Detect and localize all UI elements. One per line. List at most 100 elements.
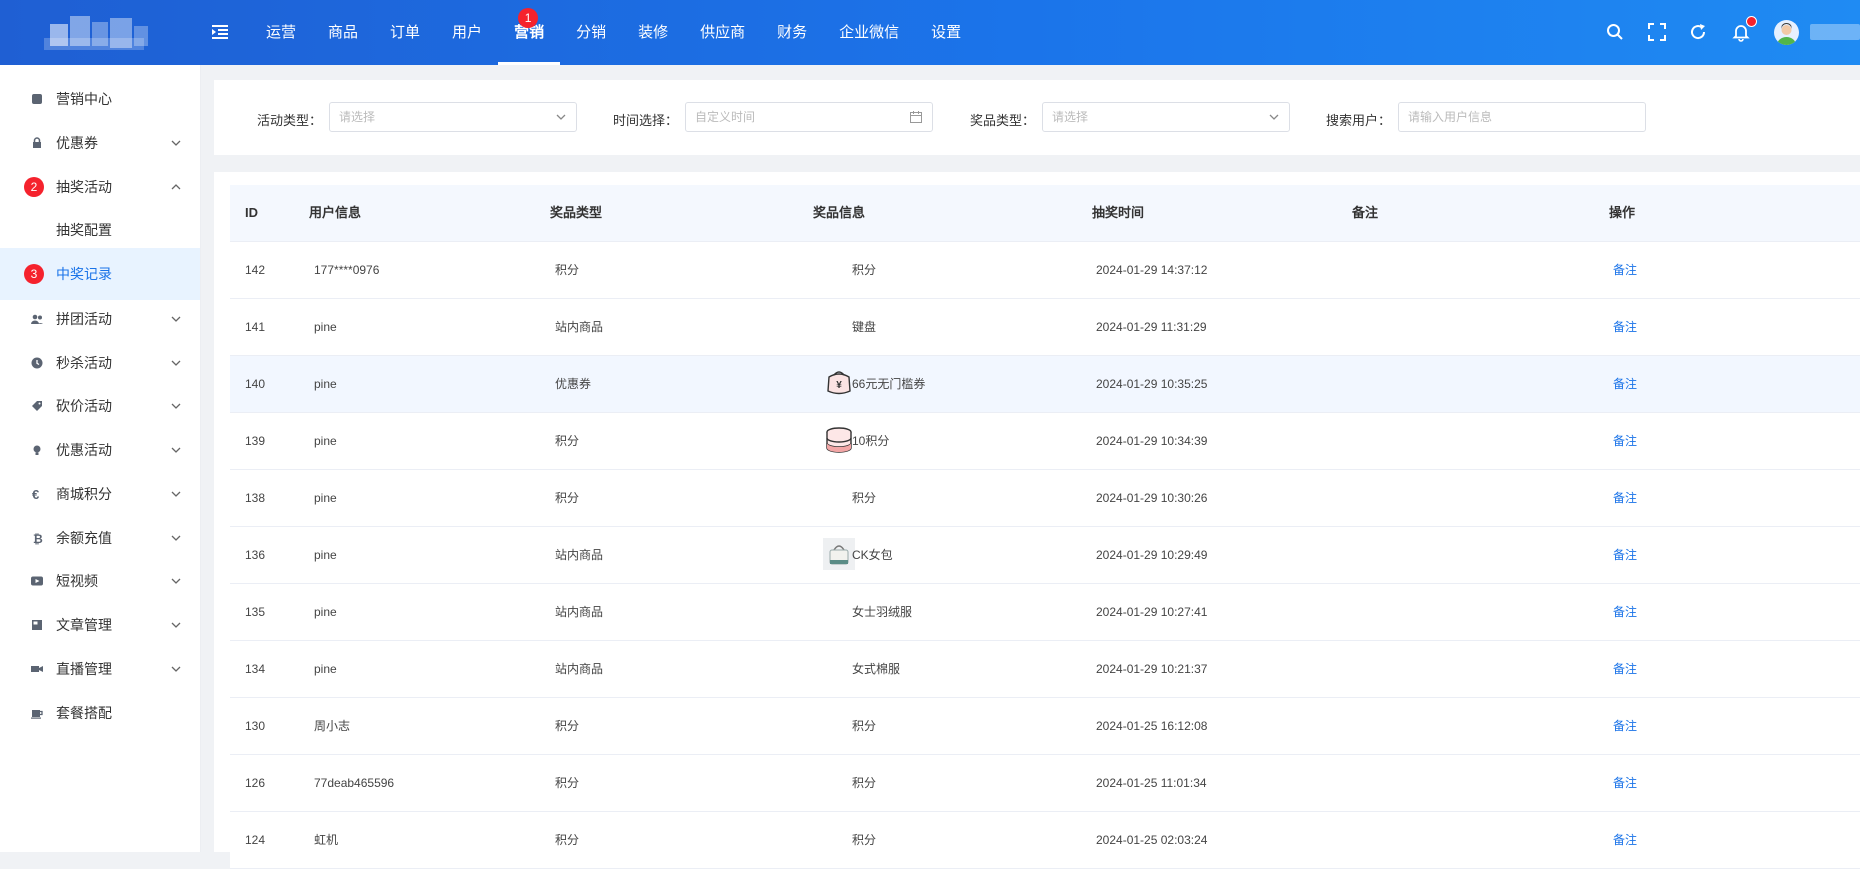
column-header-note: 备注 <box>1352 205 1379 220</box>
cell-draw-time: 2024-01-25 02:03:24 <box>1096 833 1208 847</box>
cell-user: 周小志 <box>314 719 351 733</box>
cell-id: 138 <box>245 491 266 505</box>
refresh-icon[interactable] <box>1688 22 1708 42</box>
nav-item-label: 商品 <box>328 24 359 41</box>
nav-item-1[interactable]: 商品 <box>312 0 374 65</box>
chevron-down-icon[interactable] <box>171 314 181 324</box>
cell-id: 139 <box>245 434 266 448</box>
note-action-link[interactable]: 备注 <box>1613 470 1637 526</box>
time-range-picker[interactable]: 自定义时间 <box>685 102 933 132</box>
note-action-link[interactable]: 备注 <box>1613 812 1637 868</box>
avatar[interactable] <box>1774 20 1799 45</box>
nav-item-10[interactable]: 设置 <box>915 0 977 65</box>
cell-prize-info: 积分 <box>852 776 877 790</box>
nav-item-5[interactable]: 分销 <box>560 0 622 65</box>
nav-badge: 1 <box>518 8 539 28</box>
menu-fold-icon[interactable] <box>212 24 229 40</box>
sidebar-item-label: 套餐搭配 <box>56 705 112 721</box>
chevron-down-icon[interactable] <box>171 138 181 148</box>
svg-text:₿: ₿ <box>33 532 43 545</box>
cell-prize-type: 站内商品 <box>555 548 604 562</box>
table-row[interactable]: 141 pine 站内商品 键盘 2024-01-29 11:31:29 备注 <box>230 299 1860 356</box>
table-row[interactable]: 136 pine 站内商品 CK女包 2024-01-29 10:29:49 备注 <box>230 527 1860 584</box>
prize-type-placeholder: 请选择 <box>1052 110 1089 124</box>
cell-prize-info: 积分 <box>852 719 877 733</box>
search-user-input[interactable]: 请输入用户信息 <box>1398 102 1646 132</box>
nav-item-0[interactable]: 运营 <box>250 0 312 65</box>
table-row[interactable]: 130 周小志 积分 积分 2024-01-25 16:12:08 备注 <box>230 698 1860 755</box>
article-icon <box>32 620 42 630</box>
time-placeholder: 自定义时间 <box>695 110 756 124</box>
cell-prize-type: 积分 <box>555 833 580 847</box>
table-row[interactable]: 139 pine 积分 10积分 2024-01-29 10:34:39 备注 <box>230 413 1860 470</box>
cell-prize-type: 积分 <box>555 776 580 790</box>
note-action-link[interactable]: 备注 <box>1613 242 1637 298</box>
note-action-link[interactable]: 备注 <box>1613 698 1637 754</box>
chevron-down-icon[interactable] <box>171 401 181 411</box>
note-action-link[interactable]: 备注 <box>1613 641 1637 697</box>
chevron-up-icon[interactable] <box>171 182 181 192</box>
note-action-link[interactable]: 备注 <box>1613 755 1637 811</box>
cell-prize-type: 积分 <box>555 434 580 448</box>
chevron-down-icon[interactable] <box>171 445 181 455</box>
table-row[interactable]: 135 pine 站内商品 女士羽绒服 2024-01-29 10:27:41 备注 <box>230 584 1860 641</box>
activity-type-select[interactable]: 请选择 <box>329 102 577 132</box>
cell-draw-time: 2024-01-29 11:31:29 <box>1096 320 1207 334</box>
chevron-down-icon[interactable] <box>171 664 181 674</box>
brand-logo[interactable] <box>40 10 160 56</box>
camera-icon <box>31 666 43 672</box>
user-avatar-icon <box>1777 23 1796 45</box>
nav-item-4[interactable]: 营销 1 <box>498 0 561 65</box>
activity-type-placeholder: 请选择 <box>339 110 376 124</box>
note-action-link[interactable]: 备注 <box>1613 413 1637 469</box>
table-row[interactable]: 126 77deab465596 积分 积分 2024-01-25 11:01:34 备注 <box>230 755 1860 812</box>
nav-item-3[interactable]: 用户 <box>436 0 498 65</box>
cell-user: pine <box>314 605 337 619</box>
cell-prize-info: 女士羽绒服 <box>852 605 913 619</box>
cell-prize-info: 10积分 <box>852 434 890 448</box>
cell-prize-type: 积分 <box>555 719 580 733</box>
note-action-link[interactable]: 备注 <box>1613 584 1637 640</box>
note-action-link[interactable]: 备注 <box>1613 356 1637 412</box>
chevron-down-icon[interactable] <box>171 489 181 499</box>
user-name-blurred[interactable] <box>1810 24 1860 40</box>
chevron-down-icon[interactable] <box>171 576 181 586</box>
nav-item-2[interactable]: 订单 <box>374 0 436 65</box>
cell-prize-type: 站内商品 <box>555 662 604 676</box>
points-coin-icon <box>826 427 852 453</box>
cell-id: 130 <box>245 719 266 733</box>
nav-item-7[interactable]: 供应商 <box>684 0 761 65</box>
table-row[interactable]: 138 pine 积分 积分 2024-01-29 10:30:26 备注 <box>230 470 1860 527</box>
cell-prize-info: 积分 <box>852 263 877 277</box>
cell-user: pine <box>314 320 337 334</box>
chevron-down-icon[interactable] <box>171 358 181 368</box>
main-nav: 运营 商品 订单 用户 营销 1 分销 装修 供应商 财务 企业微信 设置 <box>250 0 977 65</box>
table-row[interactable]: 124 虹机 积分 积分 2024-01-25 02:03:24 备注 <box>230 812 1860 869</box>
fullscreen-icon[interactable] <box>1647 22 1667 42</box>
prize-type-select[interactable]: 请选择 <box>1042 102 1290 132</box>
note-action-link[interactable]: 备注 <box>1613 299 1637 355</box>
cell-prize-type: 积分 <box>555 263 580 277</box>
cell-user: 虹机 <box>314 833 339 847</box>
table-row[interactable]: 134 pine 站内商品 女式棉服 2024-01-29 10:21:37 备注 <box>230 641 1860 698</box>
cell-id: 141 <box>245 320 266 334</box>
chevron-down-icon[interactable] <box>171 533 181 543</box>
note-action-link[interactable]: 备注 <box>1613 527 1637 583</box>
cell-prize-info: 积分 <box>852 833 877 847</box>
cell-draw-time: 2024-01-29 14:37:12 <box>1096 263 1208 277</box>
nav-item-label: 装修 <box>638 24 669 41</box>
nav-item-6[interactable]: 装修 <box>622 0 684 65</box>
cell-user: pine <box>314 491 337 505</box>
cell-user: pine <box>314 434 337 448</box>
search-icon[interactable] <box>1605 22 1625 42</box>
chevron-down-icon <box>556 114 566 120</box>
filter-panel: 活动类型： 请选择 时间选择： 自定义时间 奖品类型： 请选择 搜索用户： 请输… <box>214 80 1860 155</box>
nav-item-9[interactable]: 企业微信 <box>823 0 915 65</box>
table-row[interactable]: 140 pine 优惠券 ¥66元无门槛券 2024-01-29 10:35:25 备注 <box>230 356 1860 413</box>
chevron-down-icon[interactable] <box>171 620 181 630</box>
nav-item-8[interactable]: 财务 <box>761 0 823 65</box>
nav-item-label: 运营 <box>266 24 297 41</box>
table-row[interactable]: 142 177****0976 积分 积分 2024-01-29 14:37:12 备注 <box>230 242 1860 299</box>
sidebar-item-14[interactable]: 套餐搭配 <box>0 687 200 739</box>
cell-draw-time: 2024-01-29 10:29:49 <box>1096 548 1208 562</box>
